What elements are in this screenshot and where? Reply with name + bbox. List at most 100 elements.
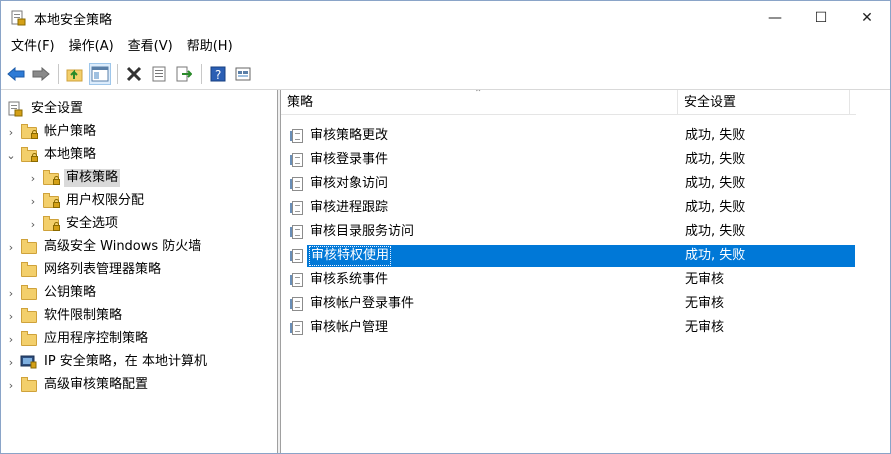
- content-panes: 安全设置 › 帐户策略 ⌄ 本地策略 › 审核策略 › 用户权限分配 › 安全选…: [1, 90, 890, 453]
- expand-chevron-icon[interactable]: ›: [5, 351, 17, 373]
- policy-setting: 成功, 失败: [685, 128, 746, 143]
- expand-chevron-icon[interactable]: ›: [5, 374, 17, 396]
- policy-setting: 无审核: [685, 272, 725, 287]
- back-arrow-icon[interactable]: [5, 63, 27, 85]
- menu-action[interactable]: 操作(A): [63, 35, 120, 59]
- tree-item-label: IP 安全策略，在 本地计算机: [44, 354, 207, 369]
- table-row[interactable]: 审核系统事件 无审核: [281, 269, 854, 291]
- expand-chevron-icon[interactable]: ›: [5, 328, 17, 350]
- tree-item-network-list[interactable]: 网络列表管理器策略: [5, 259, 163, 281]
- expand-chevron-icon[interactable]: ›: [27, 190, 39, 212]
- expand-chevron-icon[interactable]: ›: [27, 213, 39, 235]
- forward-arrow-icon[interactable]: [30, 63, 52, 85]
- tree-item-audit-policy[interactable]: › 审核策略: [27, 167, 121, 189]
- tree-item-public-key[interactable]: › 公钥策略: [5, 282, 98, 304]
- maximize-button[interactable]: ☐: [798, 1, 844, 35]
- delete-icon[interactable]: [123, 63, 145, 85]
- policy-name: 审核对象访问: [310, 176, 389, 191]
- table-row[interactable]: 审核帐户登录事件 无审核: [281, 293, 854, 315]
- properties-icon[interactable]: [148, 63, 170, 85]
- policy-name: 审核登录事件: [310, 152, 389, 167]
- view-icon[interactable]: [232, 63, 254, 85]
- folder-lock-icon: [42, 193, 60, 209]
- policy-setting: 成功, 失败: [685, 200, 746, 215]
- toolbar-separator: [117, 64, 118, 84]
- tree-item-user-rights[interactable]: › 用户权限分配: [27, 190, 146, 212]
- column-header-setting[interactable]: 安全设置: [678, 90, 850, 114]
- tree-root-label: 安全设置: [31, 101, 84, 116]
- folder-icon: [20, 285, 38, 301]
- toolbar-separator: [201, 64, 202, 84]
- security-policy-icon: [10, 10, 26, 26]
- policy-icon: [290, 200, 306, 216]
- tree-item-label: 帐户策略: [44, 124, 97, 139]
- policy-setting: 无审核: [685, 296, 725, 311]
- menu-help[interactable]: 帮助(H): [181, 35, 239, 59]
- policy-name: 审核系统事件: [310, 272, 389, 287]
- folder-icon: [20, 262, 38, 278]
- column-header-label: 安全设置: [684, 95, 737, 110]
- title-bar[interactable]: 本地安全策略 — ☐ ✕: [1, 1, 890, 35]
- tree-item-label: 网络列表管理器策略: [44, 262, 162, 277]
- folder-icon: [20, 239, 38, 255]
- tree-item-app-control[interactable]: › 应用程序控制策略: [5, 328, 150, 350]
- expand-chevron-icon[interactable]: ›: [5, 305, 17, 327]
- close-button[interactable]: ✕: [844, 1, 890, 35]
- expand-chevron-icon[interactable]: ›: [5, 282, 17, 304]
- policy-name: 审核特权使用: [309, 246, 392, 266]
- collapse-chevron-icon[interactable]: ⌄: [5, 144, 17, 166]
- show-hide-tree-icon[interactable]: [89, 63, 111, 85]
- policy-setting: 无审核: [685, 320, 725, 335]
- expand-chevron-icon[interactable]: ›: [27, 167, 39, 189]
- table-row[interactable]: 审核帐户管理 无审核: [281, 317, 854, 339]
- tree-item-label: 本地策略: [44, 147, 97, 162]
- tree-item-label: 安全选项: [66, 216, 119, 231]
- policy-icon: [290, 128, 306, 144]
- minimize-button[interactable]: —: [752, 1, 798, 35]
- tree-item-ip-security[interactable]: › IP 安全策略，在 本地计算机: [5, 351, 209, 373]
- list-pane[interactable]: ⌃ 策略 安全设置 审核策略更改 成功, 失败 审核登录事件 成功, 失败 审核…: [281, 90, 890, 453]
- up-folder-icon[interactable]: [64, 63, 86, 85]
- tree-item-label: 公钥策略: [44, 285, 97, 300]
- table-row[interactable]: 审核对象访问 成功, 失败: [281, 173, 854, 195]
- column-header-label: 策略: [287, 95, 314, 110]
- tree-root[interactable]: 安全设置: [5, 98, 85, 120]
- expand-chevron-icon[interactable]: ›: [5, 121, 17, 143]
- policy-name: 审核策略更改: [310, 128, 389, 143]
- menu-bar: 文件(F) 操作(A) 查看(V) 帮助(H): [1, 35, 890, 59]
- table-row[interactable]: 审核目录服务访问 成功, 失败: [281, 221, 854, 243]
- tree-item-firewall[interactable]: › 高级安全 Windows 防火墙: [5, 236, 203, 258]
- help-icon[interactable]: ?: [207, 63, 229, 85]
- security-settings-icon: [7, 101, 25, 117]
- tree-pane[interactable]: 安全设置 › 帐户策略 ⌄ 本地策略 › 审核策略 › 用户权限分配 › 安全选…: [1, 90, 278, 453]
- tree-item-label: 用户权限分配: [66, 193, 145, 208]
- tree-item-account-policy[interactable]: › 帐户策略: [5, 121, 98, 143]
- menu-file[interactable]: 文件(F): [5, 35, 61, 59]
- folder-icon: [20, 308, 38, 324]
- tree-item-local-policy[interactable]: ⌄ 本地策略: [5, 144, 98, 166]
- tree-item-advanced-audit[interactable]: › 高级审核策略配置: [5, 374, 150, 396]
- policy-icon: [290, 272, 306, 288]
- tree-item-label: 高级审核策略配置: [44, 377, 149, 392]
- policy-name: 审核帐户管理: [310, 320, 389, 335]
- menu-view[interactable]: 查看(V): [122, 35, 179, 59]
- policy-icon: [290, 224, 306, 240]
- app-window: 本地安全策略 — ☐ ✕ 文件(F) 操作(A) 查看(V) 帮助(H) ? 安…: [0, 0, 891, 454]
- policy-setting: 成功, 失败: [685, 248, 746, 263]
- policy-name: 审核目录服务访问: [310, 224, 415, 239]
- table-row-selected[interactable]: 审核特权使用 成功, 失败: [281, 245, 854, 267]
- column-header-policy[interactable]: ⌃ 策略: [281, 90, 678, 114]
- table-row[interactable]: 审核策略更改 成功, 失败: [281, 125, 854, 147]
- policy-icon: [290, 248, 306, 264]
- export-list-icon[interactable]: [173, 63, 195, 85]
- table-row[interactable]: 审核登录事件 成功, 失败: [281, 149, 854, 171]
- tree-item-software-restriction[interactable]: › 软件限制策略: [5, 305, 124, 327]
- tree-item-security-options[interactable]: › 安全选项: [27, 213, 120, 235]
- policy-setting: 成功, 失败: [685, 224, 746, 239]
- expand-chevron-icon[interactable]: ›: [5, 236, 17, 258]
- table-row[interactable]: 审核进程跟踪 成功, 失败: [281, 197, 854, 219]
- policy-name: 审核进程跟踪: [310, 200, 389, 215]
- folder-icon: [20, 331, 38, 347]
- folder-icon: [20, 377, 38, 393]
